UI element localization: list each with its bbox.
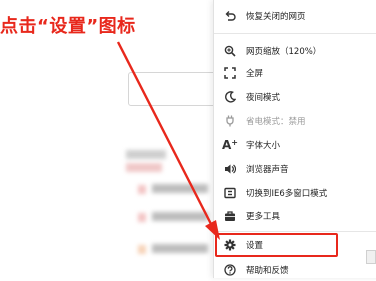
annotation-arrow (116, 41, 220, 240)
side-panel-tab[interactable] (366, 250, 376, 264)
